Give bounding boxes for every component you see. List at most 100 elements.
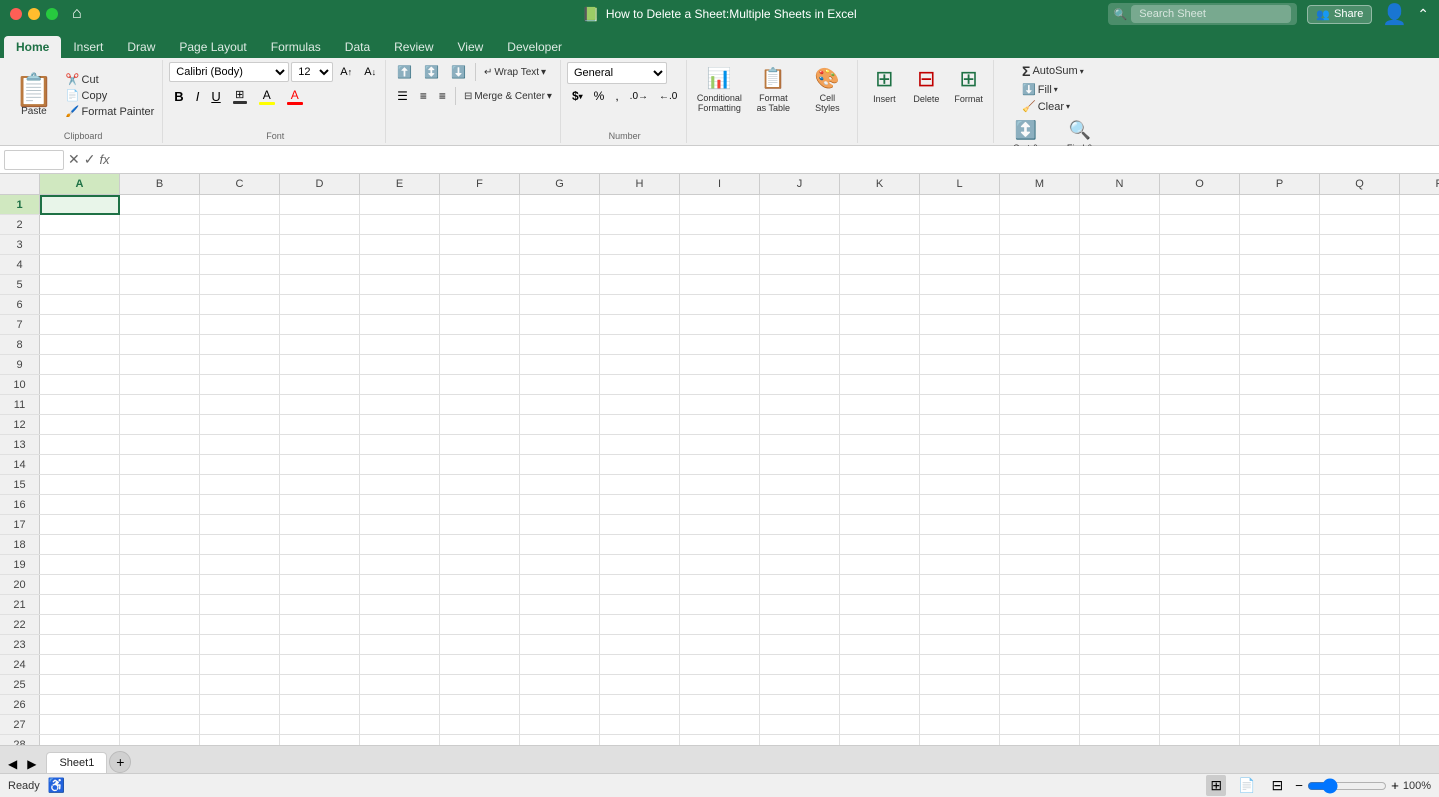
cell-R21[interactable] [1400, 595, 1439, 615]
cell-C23[interactable] [200, 635, 280, 655]
cell-C17[interactable] [200, 515, 280, 535]
cell-B13[interactable] [120, 435, 200, 455]
col-header-P[interactable]: P [1240, 174, 1320, 194]
col-header-I[interactable]: I [680, 174, 760, 194]
cell-G23[interactable] [520, 635, 600, 655]
cell-G11[interactable] [520, 395, 600, 415]
comma-button[interactable]: , [610, 86, 623, 106]
row-header-19[interactable]: 19 [0, 555, 40, 574]
col-header-A[interactable]: A [40, 174, 120, 194]
cancel-formula-icon[interactable]: ✕ [68, 151, 80, 168]
cell-I6[interactable] [680, 295, 760, 315]
cell-H3[interactable] [600, 235, 680, 255]
cell-F19[interactable] [440, 555, 520, 575]
cell-B26[interactable] [120, 695, 200, 715]
decrease-decimal-button[interactable]: ←.0 [654, 86, 682, 106]
cell-I3[interactable] [680, 235, 760, 255]
cell-C18[interactable] [200, 535, 280, 555]
cell-L25[interactable] [920, 675, 1000, 695]
row-header-4[interactable]: 4 [0, 255, 40, 274]
cell-K27[interactable] [840, 715, 920, 735]
cell-M17[interactable] [1000, 515, 1080, 535]
cell-O18[interactable] [1160, 535, 1240, 555]
cell-M16[interactable] [1000, 495, 1080, 515]
cell-J4[interactable] [760, 255, 840, 275]
cell-O28[interactable] [1160, 735, 1240, 745]
cell-N27[interactable] [1080, 715, 1160, 735]
cell-B25[interactable] [120, 675, 200, 695]
cell-L7[interactable] [920, 315, 1000, 335]
cell-P21[interactable] [1240, 595, 1320, 615]
col-header-D[interactable]: D [280, 174, 360, 194]
cell-I9[interactable] [680, 355, 760, 375]
cell-J2[interactable] [760, 215, 840, 235]
cell-K17[interactable] [840, 515, 920, 535]
cell-K5[interactable] [840, 275, 920, 295]
row-header-13[interactable]: 13 [0, 435, 40, 454]
cell-Q26[interactable] [1320, 695, 1400, 715]
cell-N23[interactable] [1080, 635, 1160, 655]
cell-I2[interactable] [680, 215, 760, 235]
cell-H16[interactable] [600, 495, 680, 515]
cell-J23[interactable] [760, 635, 840, 655]
row-header-6[interactable]: 6 [0, 295, 40, 314]
cell-H7[interactable] [600, 315, 680, 335]
cell-H9[interactable] [600, 355, 680, 375]
cell-A11[interactable] [40, 395, 120, 415]
underline-button[interactable]: U [206, 86, 225, 106]
cell-R12[interactable] [1400, 415, 1439, 435]
collapse-icon[interactable]: ⌃ [1417, 6, 1429, 23]
cell-B2[interactable] [120, 215, 200, 235]
col-header-Q[interactable]: Q [1320, 174, 1400, 194]
cell-E12[interactable] [360, 415, 440, 435]
cell-Q20[interactable] [1320, 575, 1400, 595]
cell-R24[interactable] [1400, 655, 1439, 675]
cell-M24[interactable] [1000, 655, 1080, 675]
cell-I11[interactable] [680, 395, 760, 415]
cell-K13[interactable] [840, 435, 920, 455]
format-as-table-button[interactable]: 📋 Format as Table [747, 62, 799, 117]
align-right-button[interactable]: ≡ [434, 86, 451, 106]
cell-I4[interactable] [680, 255, 760, 275]
cut-button[interactable]: ✂️ Cut [62, 72, 158, 87]
cell-B27[interactable] [120, 715, 200, 735]
cell-D21[interactable] [280, 595, 360, 615]
cell-K21[interactable] [840, 595, 920, 615]
cell-E14[interactable] [360, 455, 440, 475]
borders-button[interactable]: ⊞ [228, 86, 252, 106]
cell-I15[interactable] [680, 475, 760, 495]
maximize-button[interactable] [46, 8, 58, 20]
cell-C28[interactable] [200, 735, 280, 745]
col-header-N[interactable]: N [1080, 174, 1160, 194]
row-header-25[interactable]: 25 [0, 675, 40, 694]
col-header-G[interactable]: G [520, 174, 600, 194]
cell-O1[interactable] [1160, 195, 1240, 215]
cell-K18[interactable] [840, 535, 920, 555]
cell-G1[interactable] [520, 195, 600, 215]
cell-J21[interactable] [760, 595, 840, 615]
cell-Q23[interactable] [1320, 635, 1400, 655]
cell-L21[interactable] [920, 595, 1000, 615]
col-header-K[interactable]: K [840, 174, 920, 194]
tab-formulas[interactable]: Formulas [259, 36, 333, 58]
cell-K7[interactable] [840, 315, 920, 335]
cell-J26[interactable] [760, 695, 840, 715]
cell-B5[interactable] [120, 275, 200, 295]
cell-Q3[interactable] [1320, 235, 1400, 255]
cell-Q14[interactable] [1320, 455, 1400, 475]
cell-E17[interactable] [360, 515, 440, 535]
row-header-20[interactable]: 20 [0, 575, 40, 594]
paste-button[interactable]: 📋 Paste [8, 72, 60, 119]
tab-developer[interactable]: Developer [495, 36, 574, 58]
row-header-11[interactable]: 11 [0, 395, 40, 414]
cell-I26[interactable] [680, 695, 760, 715]
cell-G7[interactable] [520, 315, 600, 335]
cell-A18[interactable] [40, 535, 120, 555]
scroll-left-button[interactable]: ◀ [4, 755, 21, 773]
cell-Q12[interactable] [1320, 415, 1400, 435]
cell-M25[interactable] [1000, 675, 1080, 695]
cell-M11[interactable] [1000, 395, 1080, 415]
cell-C10[interactable] [200, 375, 280, 395]
tab-home[interactable]: Home [4, 36, 61, 58]
cell-D3[interactable] [280, 235, 360, 255]
